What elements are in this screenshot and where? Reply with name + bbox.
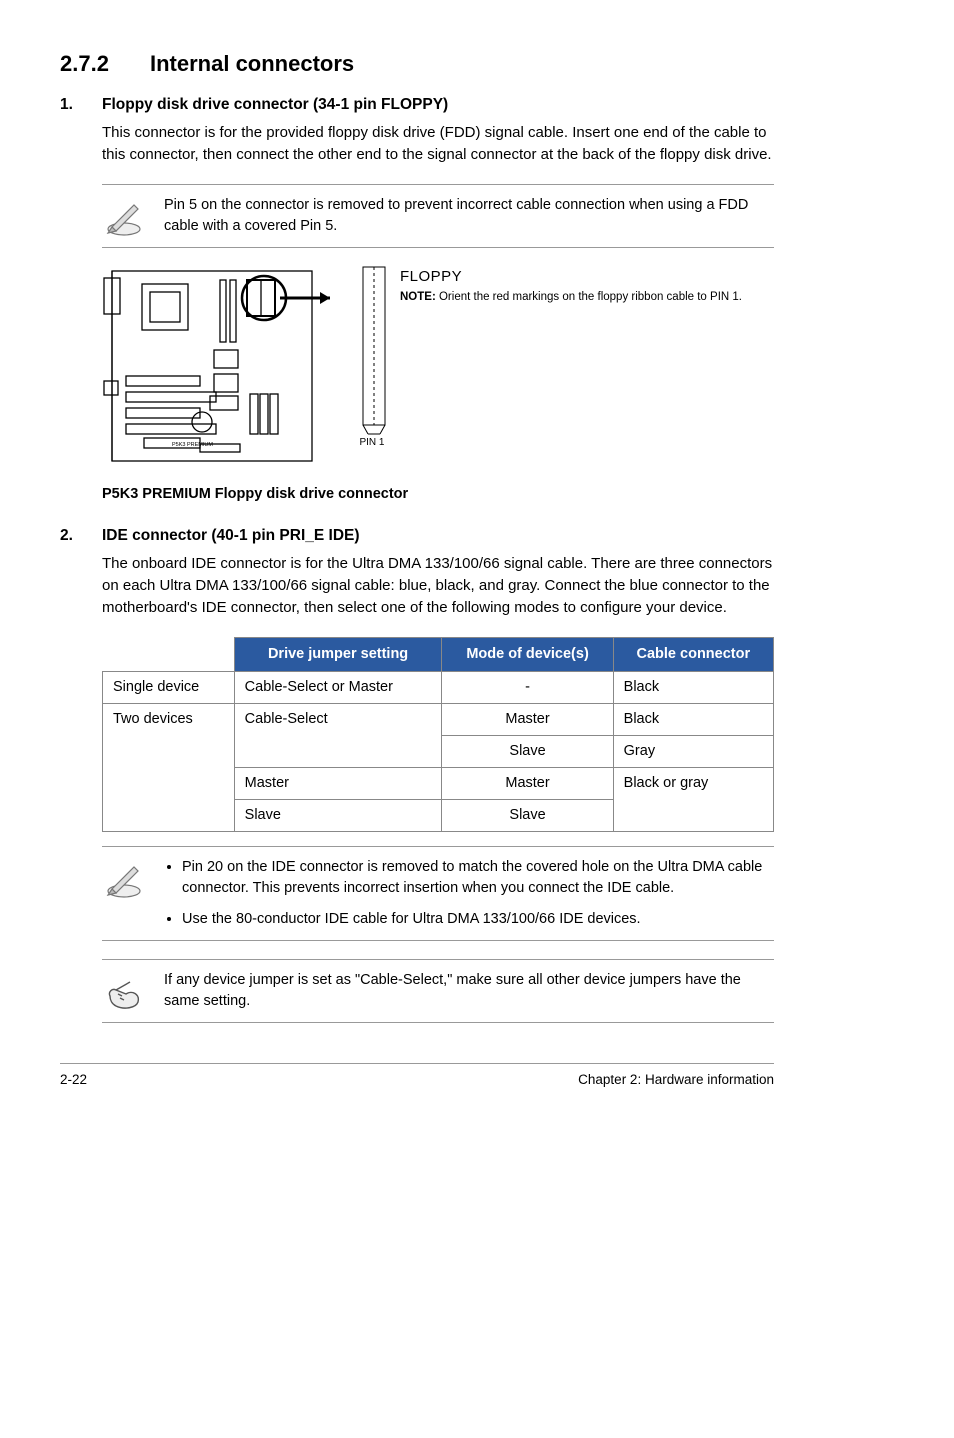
item-1-number: 1. [60, 94, 102, 116]
note-cableselect-text: If any device jumper is set as "Cable-Se… [164, 970, 774, 1012]
item-1-head: 1.Floppy disk drive connector (34-1 pin … [60, 94, 774, 116]
note-pin5: Pin 5 on the connector is removed to pre… [102, 184, 774, 248]
cell-r5c3: Slave [442, 799, 613, 831]
footer-page: 2-22 [60, 1070, 87, 1090]
note-pin5-text: Pin 5 on the connector is removed to pre… [164, 195, 774, 237]
pencil-icon [102, 857, 146, 899]
cell-r4c3: Master [442, 767, 613, 799]
cell-r2c2: Cable-Select [234, 703, 442, 767]
cell-r1c4: Black [613, 671, 773, 703]
cell-r2c3: Master [442, 703, 613, 735]
item-2-body: The onboard IDE connector is for the Ult… [102, 553, 774, 618]
cell-r1c3: - [442, 671, 613, 703]
cell-r4c4: Black or gray [613, 767, 773, 831]
footer-chapter: Chapter 2: Hardware information [578, 1070, 774, 1090]
item-1-title: Floppy disk drive connector (34-1 pin FL… [102, 96, 448, 113]
page-footer: 2-22 Chapter 2: Hardware information [60, 1063, 774, 1090]
item-2: 2.IDE connector (40-1 pin PRI_E IDE) The… [60, 525, 774, 619]
floppy-figure: P5K3 PREMIUM PIN 1 FLOPPY N [102, 266, 774, 505]
item-1-body: This connector is for the provided flopp… [102, 122, 774, 166]
item-1: 1.Floppy disk drive connector (34-1 pin … [60, 94, 774, 166]
section-number: 2.7.2 [60, 48, 150, 80]
floppy-connector-diagram [362, 266, 386, 436]
item-2-number: 2. [60, 525, 102, 547]
section-title: Internal connectors [150, 51, 354, 76]
ide-mode-table: Drive jumper setting Mode of device(s) C… [102, 637, 774, 832]
pencil-icon [102, 195, 146, 237]
note-pin20-text: Pin 20 on the IDE connector is removed t… [164, 857, 774, 930]
section-heading: 2.7.2Internal connectors [60, 48, 774, 80]
cell-r1c1: Single device [103, 671, 235, 703]
item-2-head: 2.IDE connector (40-1 pin PRI_E IDE) [60, 525, 774, 547]
th-mode: Mode of device(s) [442, 637, 613, 671]
hand-icon [102, 970, 146, 1012]
floppy-title: FLOPPY [400, 266, 742, 288]
cell-r1c2: Cable-Select or Master [234, 671, 442, 703]
floppy-note-text: Orient the red markings on the floppy ri… [439, 291, 742, 303]
floppy-note-label: NOTE: [400, 291, 436, 303]
th-cable: Cable connector [613, 637, 773, 671]
cell-r2c4: Black [613, 703, 773, 735]
pin1-label: PIN 1 [359, 436, 384, 451]
board-label: P5K3 PREMIUM [172, 442, 213, 448]
cell-r2c1: Two devices [103, 703, 235, 831]
ide-mode-table-wrap: Drive jumper setting Mode of device(s) C… [102, 637, 774, 832]
cell-r5c2: Slave [234, 799, 442, 831]
cell-r3c3: Slave [442, 735, 613, 767]
item-2-title: IDE connector (40-1 pin PRI_E IDE) [102, 527, 360, 544]
note-pin20-bullet2: Use the 80-conductor IDE cable for Ultra… [182, 909, 774, 930]
note-pin20-bullet1: Pin 20 on the IDE connector is removed t… [182, 857, 774, 899]
note-cableselect: If any device jumper is set as "Cable-Se… [102, 959, 774, 1023]
motherboard-diagram: P5K3 PREMIUM [102, 266, 332, 476]
figure-caption: P5K3 PREMIUM Floppy disk drive connector [102, 484, 774, 505]
cell-r4c2: Master [234, 767, 442, 799]
cell-r3c4: Gray [613, 735, 773, 767]
note-pin20: Pin 20 on the IDE connector is removed t… [102, 846, 774, 941]
th-jumper: Drive jumper setting [234, 637, 442, 671]
